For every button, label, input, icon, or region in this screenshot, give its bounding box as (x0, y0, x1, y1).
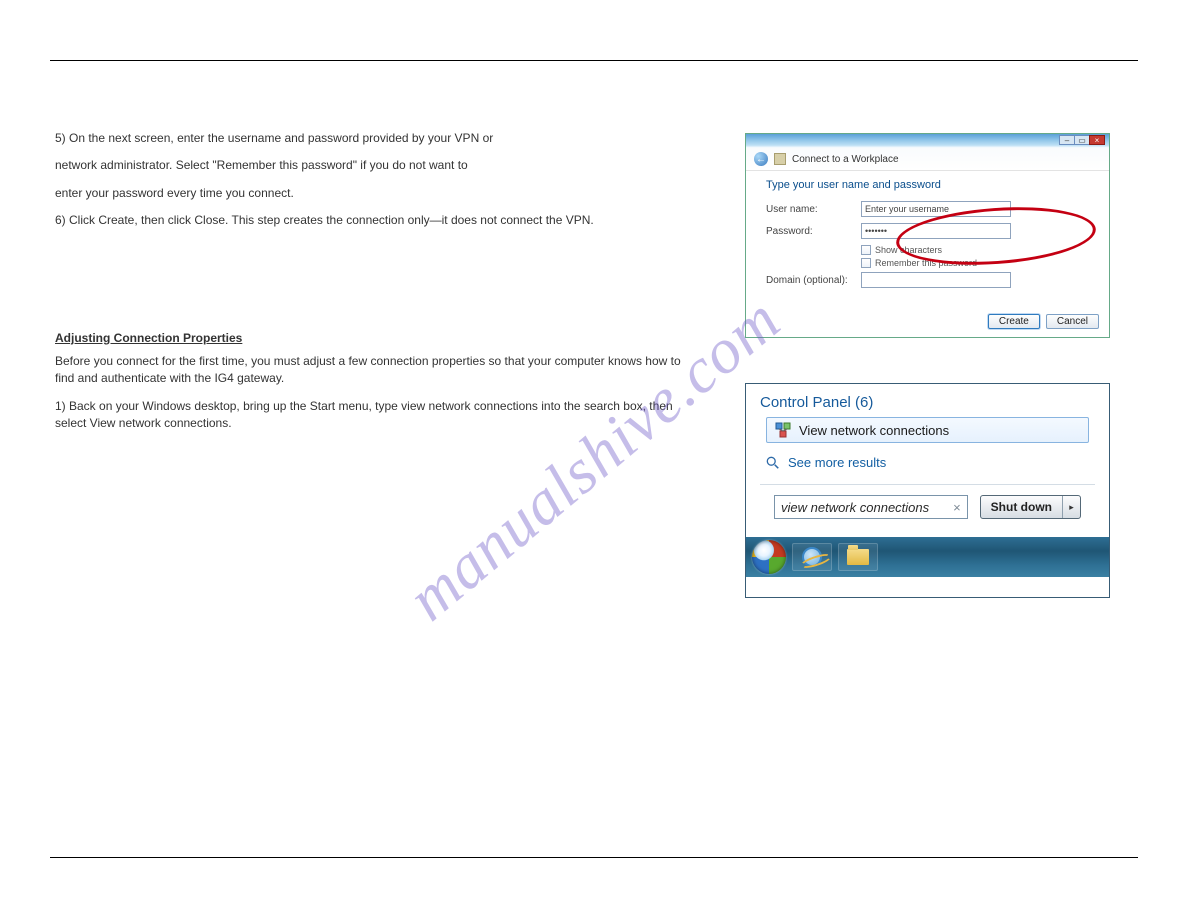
username-field[interactable]: Enter your username (861, 201, 1011, 217)
domain-label: Domain (optional): (766, 275, 861, 286)
password-label: Password: (766, 226, 861, 237)
domain-field[interactable] (861, 272, 1011, 288)
password-field[interactable]: ••••••• (861, 223, 1011, 239)
search-result-label: View network connections (799, 423, 949, 438)
remember-password-checkbox[interactable]: Remember this password (861, 258, 1089, 268)
step5-line1: 5) On the next screen, enter the usernam… (55, 130, 695, 147)
divider (760, 484, 1095, 485)
see-more-label: See more results (788, 455, 886, 470)
section-heading: Adjusting Connection Properties (55, 330, 695, 347)
back-icon[interactable]: ← (754, 152, 768, 166)
taskbar-explorer-button[interactable] (838, 543, 878, 571)
search-icon (766, 456, 780, 470)
section2-p1: Before you connect for the first time, y… (55, 353, 695, 388)
instruction-text-column: 5) On the next screen, enter the usernam… (55, 130, 695, 443)
folder-icon (847, 549, 869, 565)
checkbox-icon (861, 245, 871, 255)
breadcrumb-text: Connect to a Workplace (792, 154, 899, 165)
workplace-icon (774, 153, 786, 165)
dialog1-titlebar: – ▭ × (746, 134, 1109, 148)
dialog1-breadcrumb: ← Connect to a Workplace (746, 148, 1109, 171)
page-top-rule (50, 60, 1138, 61)
create-button[interactable]: Create (988, 314, 1040, 329)
search-input-value: view network connections (781, 500, 929, 515)
step6: 6) Click Create, then click Close. This … (55, 212, 695, 229)
step5-line3: enter your password every time you conne… (55, 185, 695, 202)
shutdown-split-button[interactable]: Shut down ▸ (980, 495, 1081, 519)
window-controls: – ▭ × (1060, 135, 1105, 145)
start-menu-search-panel: Control Panel (6) View network connectio… (745, 383, 1110, 598)
see-more-results-link[interactable]: See more results (760, 453, 1095, 480)
remember-password-label: Remember this password (875, 258, 977, 268)
search-result-item[interactable]: View network connections (766, 417, 1089, 443)
clear-search-icon[interactable]: × (953, 500, 961, 515)
taskbar-ie-button[interactable] (792, 543, 832, 571)
page-bottom-rule (50, 857, 1138, 858)
taskbar (746, 537, 1109, 577)
step5-line2: network administrator. Select "Remember … (55, 157, 695, 174)
shutdown-label: Shut down (981, 496, 1062, 518)
close-button[interactable]: × (1089, 135, 1105, 145)
show-characters-label: Show characters (875, 245, 942, 255)
control-panel-heading: Control Panel (6) (760, 394, 1095, 411)
shutdown-dropdown-arrow[interactable]: ▸ (1062, 496, 1080, 518)
show-characters-checkbox[interactable]: Show characters (861, 245, 1089, 255)
minimize-button[interactable]: – (1059, 135, 1075, 145)
search-input[interactable]: view network connections × (774, 495, 968, 519)
section2-steps: 1) Back on your Windows desktop, bring u… (55, 398, 695, 433)
start-orb-icon[interactable] (752, 540, 786, 574)
username-label: User name: (766, 204, 861, 215)
dialog1-prompt: Type your user name and password (766, 179, 1089, 191)
internet-explorer-icon (802, 547, 822, 567)
cancel-button[interactable]: Cancel (1046, 314, 1099, 329)
connect-workplace-dialog: – ▭ × ← Connect to a Workplace Type your… (745, 133, 1110, 338)
maximize-button[interactable]: ▭ (1074, 135, 1090, 145)
checkbox-icon (861, 258, 871, 268)
network-connections-icon (775, 422, 791, 438)
